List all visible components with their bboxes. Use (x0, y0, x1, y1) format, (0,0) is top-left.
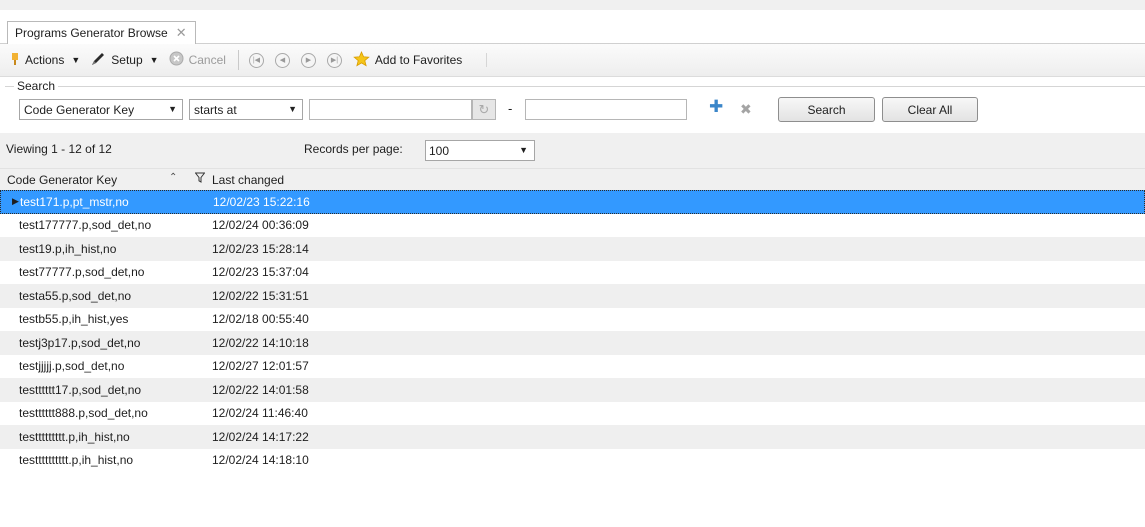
clear-all-button[interactable]: Clear All (882, 97, 978, 122)
cell-last-changed: 12/02/22 14:10:18 (212, 335, 309, 350)
search-to-input[interactable] (525, 99, 687, 120)
chevron-down-icon: ▼ (168, 104, 177, 114)
remove-criteria-icon[interactable]: ✖ (740, 101, 752, 118)
cell-code-generator-key: testa55.p,sod_det,no (19, 288, 132, 303)
search-group-border (5, 86, 1145, 87)
cell-code-generator-key: test77777.p,sod_det,no (19, 265, 145, 280)
last-icon[interactable]: ▶| (326, 52, 342, 68)
pencil-icon (90, 51, 106, 70)
cell-code-generator-key: testttttt888.p,sod_det,no (19, 406, 148, 421)
chevron-down-icon: ▼ (519, 145, 528, 155)
setup-menu[interactable]: Setup ▼ (90, 51, 159, 70)
table-row[interactable]: testb55.p,ih_hist,yes 12/02/18 00:55:40 (0, 307, 1145, 331)
cell-code-generator-key: testj3p17.p,sod_det,no (19, 335, 141, 350)
cancel-label: Cancel (188, 53, 226, 67)
data-grid: ▶ test171.p,pt_mstr,no 12/02/23 15:22:16 te… (0, 190, 1145, 472)
cell-code-generator-key: testtttttttt.p,ih_hist,no (19, 429, 130, 444)
records-per-page-label: Records per page: (304, 142, 403, 156)
actions-menu[interactable]: Actions ▼ (10, 52, 80, 69)
row-indicator-icon: ▶ (12, 196, 19, 207)
paging-bar: Viewing 1 - 12 of 12 Records per page: 1… (0, 133, 1145, 168)
grid-header: Code Generator Key ⌃ Last changed (0, 168, 1145, 190)
toolbar: Actions ▼ Setup ▼ Cancel |◀ ◀ ▶ ▶| Add t… (0, 44, 1145, 77)
search-group: Search Code Generator Key ▼ starts at ▼ … (0, 77, 1145, 133)
cell-last-changed: 12/02/23 15:22:16 (213, 194, 310, 209)
search-field-value: Code Generator Key (24, 102, 135, 117)
cell-last-changed: 12/02/22 14:01:58 (212, 382, 309, 397)
toolbar-separator (486, 53, 488, 67)
cell-last-changed: 12/02/24 00:36:09 (212, 218, 309, 233)
table-row[interactable]: testtttttttt.p,ih_hist,no 12/02/24 14:17:… (0, 425, 1145, 449)
search-legend: Search (14, 79, 59, 93)
range-dash: - (508, 101, 513, 116)
next-icon[interactable]: ▶ (300, 52, 316, 68)
close-icon[interactable]: ✕ (176, 25, 187, 41)
cancel-icon (169, 51, 184, 69)
table-row[interactable]: testttttt888.p,sod_det,no 12/02/24 11:46:… (0, 401, 1145, 425)
add-to-favorites-button[interactable]: Add to Favorites (353, 50, 463, 70)
tab-programs-generator-browse[interactable]: Programs Generator Browse ✕ (7, 21, 196, 44)
star-icon (353, 50, 370, 70)
tab-bar: Programs Generator Browse ✕ (0, 10, 1145, 44)
column-header-code-generator-key[interactable]: Code Generator Key (7, 173, 117, 187)
table-row[interactable]: testttttt17.p,sod_det,no 12/02/22 14:01:5… (0, 378, 1145, 402)
cell-last-changed: 12/02/22 15:31:51 (212, 288, 309, 303)
viewing-count: Viewing 1 - 12 of 12 (6, 142, 112, 156)
records-per-page-value: 100 (429, 143, 450, 158)
chevron-down-icon: ▼ (71, 55, 81, 65)
lookup-icon[interactable]: ↻ (472, 99, 496, 120)
records-per-page-select[interactable]: 100 ▼ (425, 140, 535, 161)
cell-last-changed: 12/02/24 14:18:10 (212, 453, 309, 468)
search-field-select[interactable]: Code Generator Key ▼ (19, 99, 183, 120)
search-button[interactable]: Search (778, 97, 875, 122)
cell-code-generator-key: test171.p,pt_mstr,no (20, 194, 129, 209)
toolbar-separator (237, 50, 239, 70)
add-criteria-icon[interactable]: ✚ (709, 97, 723, 117)
setup-label: Setup (111, 53, 143, 67)
filter-icon[interactable] (194, 172, 206, 186)
search-operator-value: starts at (194, 102, 237, 117)
cell-code-generator-key: test177777.p,sod_det,no (19, 218, 152, 233)
cell-code-generator-key: testjjjjj.p,sod_det,no (19, 359, 125, 374)
cell-last-changed: 12/02/24 11:46:40 (212, 406, 308, 421)
tab-title: Programs Generator Browse (15, 26, 168, 40)
cell-last-changed: 12/02/23 15:37:04 (212, 265, 309, 280)
chevron-down-icon: ▼ (288, 104, 297, 114)
table-row[interactable]: test19.p,ih_hist,no 12/02/23 15:28:14 (0, 237, 1145, 261)
search-from-input[interactable] (309, 99, 472, 120)
cell-code-generator-key: testttttttttt.p,ih_hist,no (19, 453, 134, 468)
cell-last-changed: 12/02/23 15:28:14 (212, 241, 309, 256)
cell-last-changed: 12/02/24 14:17:22 (212, 429, 309, 444)
favorites-label: Add to Favorites (374, 53, 463, 67)
column-header-last-changed[interactable]: Last changed (212, 173, 284, 187)
table-row[interactable]: test177777.p,sod_det,no 12/02/24 00:36:09 (0, 213, 1145, 237)
first-icon[interactable]: |◀ (248, 52, 264, 68)
table-row[interactable]: testa55.p,sod_det,no 12/02/22 15:31:51 (0, 284, 1145, 308)
table-row[interactable]: testttttttttt.p,ih_hist,no 12/02/24 14:18… (0, 448, 1145, 472)
actions-label: Actions (25, 53, 65, 67)
table-row[interactable]: ▶ test171.p,pt_mstr,no 12/02/23 15:22:16 (0, 190, 1145, 214)
cell-code-generator-key: test19.p,ih_hist,no (19, 241, 117, 256)
cell-last-changed: 12/02/27 12:01:57 (212, 359, 309, 374)
flag-icon (10, 52, 20, 69)
sort-ascending-icon[interactable]: ⌃ (169, 172, 177, 183)
search-operator-select[interactable]: starts at ▼ (189, 99, 303, 120)
cancel-button[interactable]: Cancel (169, 51, 226, 69)
table-row[interactable]: testjjjjj.p,sod_det,no 12/02/27 12:01:57 (0, 354, 1145, 378)
prev-icon[interactable]: ◀ (274, 52, 290, 68)
table-row[interactable]: testj3p17.p,sod_det,no 12/02/22 14:10:18 (0, 331, 1145, 355)
cell-code-generator-key: testb55.p,ih_hist,yes (19, 312, 129, 327)
cell-code-generator-key: testttttt17.p,sod_det,no (19, 382, 142, 397)
table-row[interactable]: test77777.p,sod_det,no 12/02/23 15:37:04 (0, 260, 1145, 284)
cell-last-changed: 12/02/18 00:55:40 (212, 312, 309, 327)
top-strip (0, 0, 1145, 10)
chevron-down-icon: ▼ (149, 55, 159, 65)
